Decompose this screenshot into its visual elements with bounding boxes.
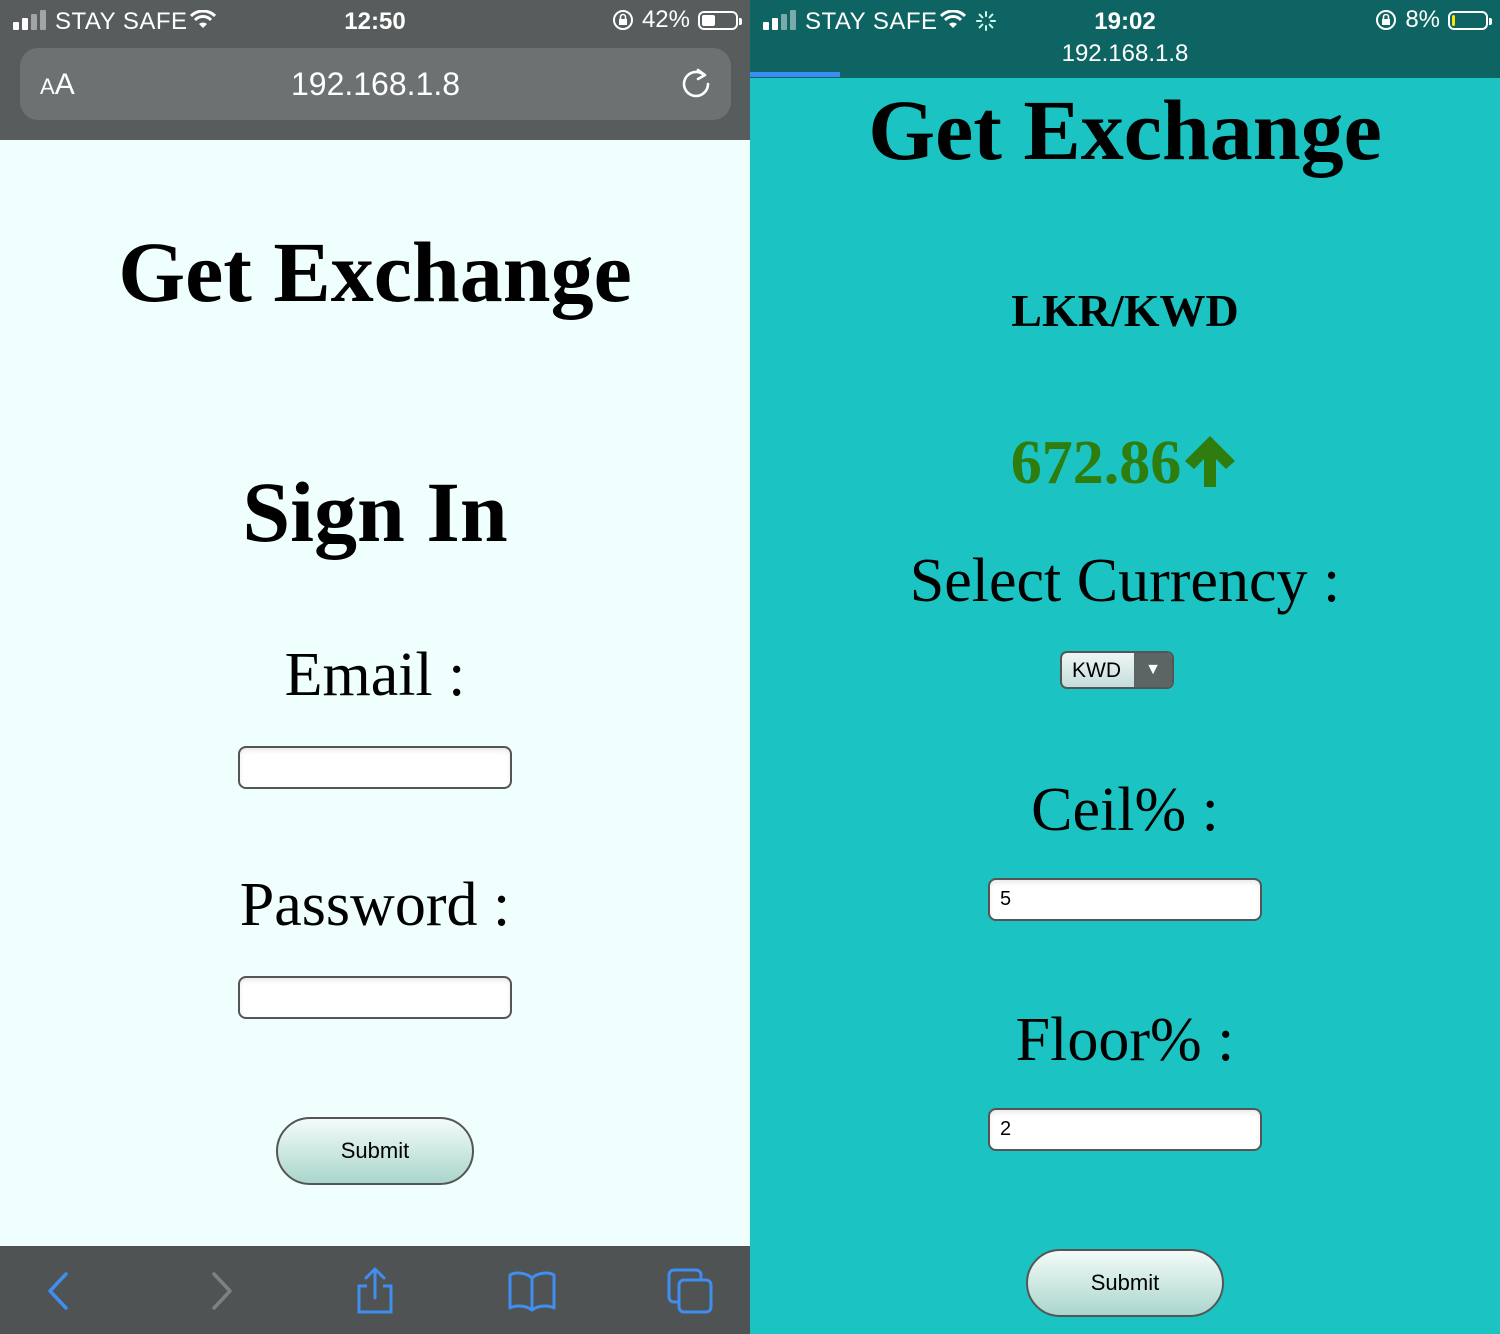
status-bar: STAY SAFE 12:50 42%	[0, 0, 750, 42]
battery-percent: 42%	[641, 6, 690, 33]
rate-value: 672.86	[1010, 429, 1182, 497]
password-label: Password :	[239, 871, 511, 939]
bookmarks-icon[interactable]	[507, 1266, 557, 1316]
ceil-label: Ceil% :	[1031, 776, 1219, 844]
left-phone-screen: STAY SAFE 12:50 42% AA 192.168.1.8 Get E…	[0, 0, 750, 1334]
currency-select[interactable]: KWD ▼	[1060, 651, 1174, 689]
chevron-down-icon: ▼	[1134, 653, 1172, 687]
safari-toolbar	[0, 1246, 750, 1334]
currency-pair: LKR/KWD	[1011, 285, 1239, 336]
minimal-browser-header: STAY SAFE 19:02 8% 192.168.1.8	[750, 0, 1500, 78]
battery-percent: 8%	[1405, 6, 1440, 33]
orientation-lock-icon	[1376, 10, 1397, 30]
arrow-up-icon	[1185, 436, 1236, 487]
battery-icon	[698, 10, 742, 30]
address-bar[interactable]: AA 192.168.1.8	[20, 48, 731, 120]
safari-chrome: STAY SAFE 12:50 42% AA 192.168.1.8	[0, 0, 750, 140]
submit-button[interactable]: Submit	[276, 1117, 474, 1185]
reload-icon[interactable]	[679, 66, 713, 100]
floor-label: Floor% :	[1015, 1006, 1235, 1074]
currency-select-value: KWD	[1072, 659, 1121, 682]
share-icon[interactable]	[350, 1266, 400, 1316]
back-icon[interactable]	[35, 1266, 85, 1316]
orientation-lock-icon	[612, 10, 633, 30]
url-text: 192.168.1.8	[290, 66, 461, 102]
password-field[interactable]	[238, 976, 512, 1019]
email-field[interactable]	[238, 746, 512, 789]
url-text[interactable]: 192.168.1.8	[750, 40, 1500, 68]
status-bar: STAY SAFE 19:02 8%	[750, 0, 1500, 42]
forward-icon[interactable]	[195, 1266, 245, 1316]
email-label: Email :	[284, 641, 466, 709]
page-title: Get Exchange	[118, 224, 632, 320]
tabs-icon[interactable]	[665, 1266, 715, 1316]
rate-display: 672.86	[750, 428, 1500, 499]
page-title: Get Exchange	[868, 82, 1382, 178]
floor-field[interactable]: 2	[988, 1108, 1262, 1151]
page-load-progress	[750, 72, 840, 77]
ceil-field[interactable]: 5	[988, 878, 1262, 921]
sign-in-heading: Sign In	[242, 464, 508, 560]
right-phone-screen: STAY SAFE 19:02 8% 192.168.1.8 Get Excha…	[750, 0, 1500, 1334]
submit-button[interactable]: Submit	[1026, 1249, 1224, 1317]
select-currency-label: Select Currency :	[909, 547, 1341, 615]
battery-icon	[1448, 10, 1492, 30]
